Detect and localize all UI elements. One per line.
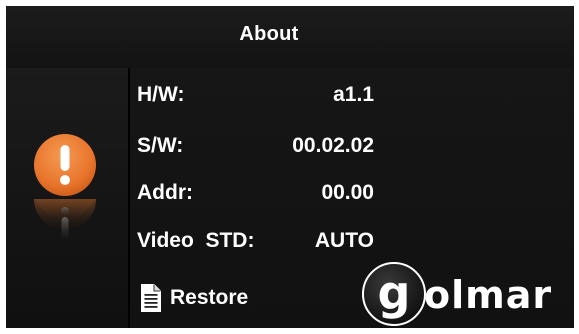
video-std-value: AUTO <box>314 229 374 252</box>
restore-label: Restore <box>170 286 249 309</box>
hw-value: a1.1 <box>333 83 374 106</box>
svg-text:olmar: olmar <box>424 273 552 317</box>
hw-label: H/W: <box>137 83 185 106</box>
document-icon <box>141 284 161 312</box>
video-std-label: Video STD: <box>137 229 255 252</box>
exclamation-reflection-icon <box>34 199 96 239</box>
sw-label: S/W: <box>137 134 184 157</box>
svg-text:g: g <box>378 266 411 320</box>
addr-value: 00.00 <box>321 181 374 204</box>
restore-button[interactable]: Restore <box>140 280 248 316</box>
sidebar <box>6 68 128 328</box>
sw-value: 00.02.02 <box>292 134 374 157</box>
addr-label: Addr: <box>137 181 193 204</box>
exclamation-icon <box>34 134 96 196</box>
page-title: About <box>239 23 299 45</box>
title-bar: About <box>6 6 574 68</box>
golmar-logo: g olmar <box>362 262 552 326</box>
